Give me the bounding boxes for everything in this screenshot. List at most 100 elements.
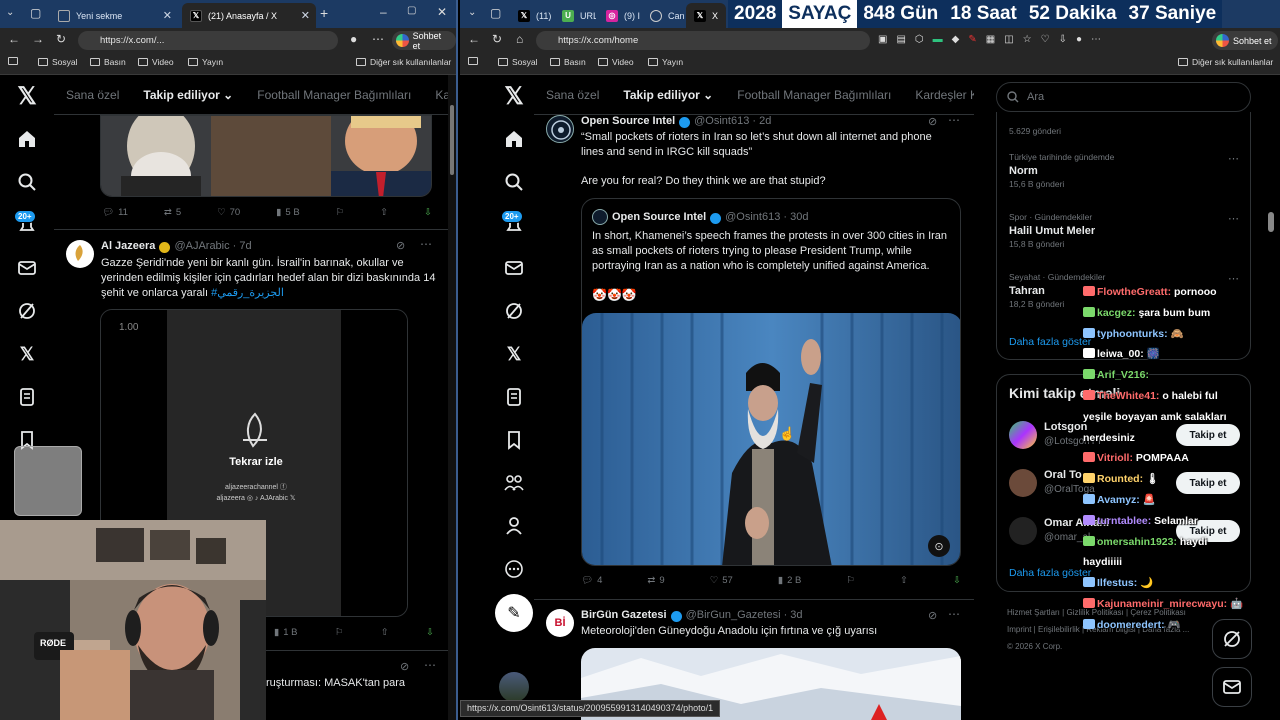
- bookmark-other[interactable]: Diğer sık kullanılanlar: [356, 57, 451, 67]
- tab-kardesler[interactable]: Karde: [435, 88, 448, 102]
- suggestion-avatar[interactable]: [1009, 421, 1037, 449]
- views-button[interactable]: ▮ 1 B: [274, 627, 298, 638]
- more-icon[interactable]: ⋯: [424, 658, 436, 672]
- post-image[interactable]: [100, 115, 432, 197]
- extension-icon[interactable]: ◆: [952, 34, 960, 45]
- tab-fm-community[interactable]: Football Manager Bağımlıları: [257, 88, 411, 102]
- trend-more-icon[interactable]: ⋯: [1228, 152, 1239, 165]
- compose-post-button[interactable]: ✎: [495, 594, 533, 632]
- trend-item[interactable]: 5.629 gönderi: [1009, 126, 1061, 136]
- grok-fab[interactable]: [1212, 619, 1252, 659]
- tab-x-1[interactable]: 𝕏 (11): [510, 3, 552, 28]
- grok-icon[interactable]: ⊘: [928, 609, 937, 622]
- back-icon[interactable]: ←: [468, 32, 480, 46]
- download-button[interactable]: ⇩: [424, 207, 432, 218]
- lists-icon[interactable]: [13, 383, 41, 411]
- tab-following[interactable]: Takip ediliyor ⌄: [623, 88, 713, 102]
- url-field[interactable]: https://x.com/home: [536, 31, 870, 50]
- grok-image-icon[interactable]: ⊙: [928, 535, 950, 557]
- bookmark-apps[interactable]: [468, 57, 478, 65]
- birgun-avatar[interactable]: Bİ: [546, 609, 574, 637]
- grok-icon[interactable]: [13, 297, 41, 325]
- aljazeera-avatar[interactable]: [66, 240, 94, 268]
- share-button[interactable]: ⇧: [900, 575, 908, 586]
- repost-button[interactable]: ⇄ 5: [164, 207, 181, 218]
- download-button[interactable]: ⇩: [426, 627, 434, 638]
- author-name[interactable]: BirGün Gazetesi: [581, 609, 667, 621]
- more-menu-icon[interactable]: ⋯: [1091, 34, 1101, 45]
- profile-avatar-icon[interactable]: ●: [1076, 34, 1082, 45]
- footer-link[interactable]: Imprint: [1007, 625, 1031, 634]
- forward-icon[interactable]: →: [32, 32, 44, 46]
- views-button[interactable]: ▮ 5 B: [276, 207, 300, 218]
- tab-live[interactable]: Canlı: [642, 3, 684, 28]
- author-handle[interactable]: @BirGun_Gazetesi · 3d: [686, 609, 803, 621]
- extension-icon[interactable]: ✎: [968, 34, 976, 45]
- favorites-icon[interactable]: ☆: [1023, 34, 1032, 45]
- tab-following[interactable]: Takip ediliyor ⌄: [143, 88, 233, 102]
- post-osint[interactable]: Open Source Intel @Osint613 · 2d ⊘ ⋯ “Sm…: [534, 113, 974, 600]
- x-logo-icon[interactable]: 𝕏: [13, 82, 41, 110]
- new-tab-button[interactable]: +: [320, 5, 328, 21]
- bookmark-other[interactable]: Diğer sık kullanılanlar: [1178, 57, 1273, 67]
- replay-button[interactable]: Tekrar izle: [211, 456, 301, 468]
- messages-icon[interactable]: [13, 254, 41, 282]
- home-icon[interactable]: [500, 125, 528, 153]
- tab-new[interactable]: Yeni sekme ✕: [50, 3, 178, 28]
- more-icon[interactable]: ⋯: [948, 113, 960, 127]
- bookmark-button[interactable]: ⚐: [335, 627, 344, 638]
- bookmark-basin[interactable]: Basın: [90, 57, 126, 67]
- messages-icon[interactable]: [500, 254, 528, 282]
- share-button[interactable]: ⇧: [381, 627, 389, 638]
- tab-actions-icon[interactable]: ⌄: [6, 7, 14, 18]
- quoted-post[interactable]: Open Source Intel @Osint613 · 30d In sho…: [581, 198, 961, 566]
- more-menu-icon[interactable]: ⋯: [372, 32, 384, 46]
- post-left-1[interactable]: 💬︎ 11 ⇄ 5 ♡ 70 ▮ 5 B ⚐ ⇧ ⇩: [54, 115, 448, 230]
- workspaces-icon[interactable]: ▢: [30, 6, 41, 20]
- scrollbar[interactable]: [448, 75, 456, 720]
- bookmark-button[interactable]: ⚐: [336, 207, 345, 218]
- author-name[interactable]: Al Jazeera: [101, 240, 155, 252]
- profile-avatar-icon[interactable]: ●: [350, 32, 357, 46]
- url-field[interactable]: https://x.com/...: [78, 31, 338, 50]
- osint-avatar[interactable]: [546, 115, 574, 143]
- grok-icon[interactable]: ⊘: [400, 660, 409, 673]
- scrollbar-thumb[interactable]: [450, 105, 454, 175]
- premium-icon[interactable]: 𝕏: [500, 340, 528, 368]
- trend-item[interactable]: Spor · Gündemdekiler Halil Umut Meler 15…: [1009, 212, 1239, 249]
- footer-link[interactable]: Erişilebilirlik: [1038, 625, 1080, 634]
- lists-icon[interactable]: [500, 383, 528, 411]
- grok-icon[interactable]: ⊘: [396, 239, 405, 252]
- tab-fm-community[interactable]: Football Manager Bağımlıları: [737, 88, 891, 102]
- tab-actions-icon[interactable]: ⌄: [468, 7, 476, 18]
- more-icon[interactable]: ⋯: [420, 237, 432, 251]
- home-browser-icon[interactable]: ⌂: [516, 32, 523, 46]
- author-handle[interactable]: @Osint613 · 2d: [694, 115, 771, 127]
- share-button[interactable]: ⇧: [380, 207, 388, 218]
- suggestion-avatar[interactable]: [1009, 517, 1037, 545]
- premium-icon[interactable]: 𝕏: [13, 340, 41, 368]
- extension-icon[interactable]: ▤: [896, 34, 905, 45]
- copilot-button[interactable]: Sohbet et: [392, 31, 456, 51]
- like-button[interactable]: ♡ 70: [217, 207, 240, 218]
- reply-button[interactable]: 💬︎ 11: [102, 207, 128, 218]
- reply-button[interactable]: 💬︎ 4: [581, 575, 602, 586]
- show-more-link[interactable]: Daha fazla göster: [1009, 567, 1091, 579]
- account-avatar[interactable]: [499, 672, 529, 702]
- bookmark-apps[interactable]: [8, 57, 18, 65]
- close-tab-icon[interactable]: ✕: [301, 9, 310, 22]
- bookmark-video[interactable]: Video: [138, 57, 174, 67]
- more-options-icon[interactable]: [500, 555, 528, 583]
- maximize-icon[interactable]: ▢: [407, 5, 416, 16]
- bookmark-sosyal[interactable]: Sosyal: [498, 57, 538, 67]
- bookmarks-icon[interactable]: [500, 426, 528, 454]
- bookmark-sosyal[interactable]: Sosyal: [38, 57, 78, 67]
- grok-icon[interactable]: [500, 297, 528, 325]
- refresh-icon[interactable]: ↻: [56, 32, 66, 46]
- minimize-icon[interactable]: –: [380, 5, 387, 19]
- collections-icon[interactable]: ♡: [1041, 34, 1050, 45]
- extension-icon[interactable]: ⬡: [915, 34, 924, 45]
- tab-for-you[interactable]: Sana özel: [546, 88, 599, 102]
- footer-link[interactable]: Hizmet Şartları: [1007, 608, 1060, 617]
- trend-item[interactable]: Türkiye tarihinde gündemde Norm 15,6 B g…: [1009, 152, 1239, 189]
